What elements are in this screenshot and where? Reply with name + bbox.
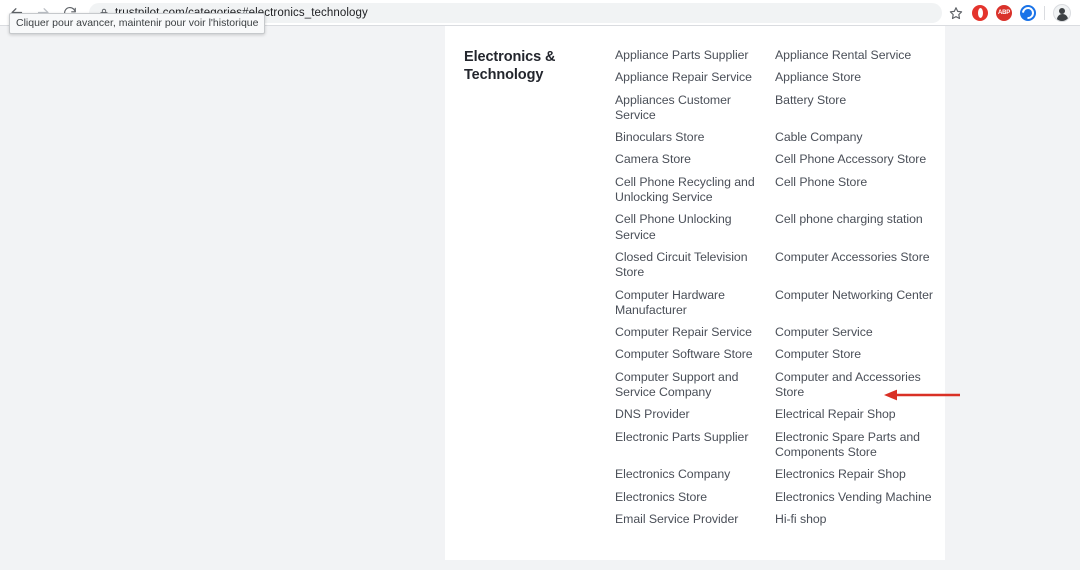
page-viewport: Electronics & Technology Appliance Parts… [0, 26, 1080, 570]
category-link[interactable]: Computer and Accessories Store [775, 370, 945, 408]
opera-extension-icon[interactable] [972, 4, 988, 21]
adblock-plus-extension-icon[interactable]: ABP [996, 4, 1012, 21]
bookmark-star-icon[interactable] [948, 5, 964, 21]
category-link[interactable]: Computer Service [775, 325, 945, 347]
category-link[interactable]: Computer Repair Service [615, 325, 775, 347]
category-link[interactable]: Appliance Parts Supplier [615, 48, 775, 70]
category-link[interactable]: Cable Company [775, 130, 945, 152]
profile-avatar[interactable] [1053, 3, 1071, 22]
extension-blue-icon[interactable] [1020, 4, 1036, 21]
category-link[interactable]: Cell Phone Store [775, 175, 945, 213]
category-title: Electronics & Technology [464, 49, 556, 83]
category-link[interactable]: Binoculars Store [615, 130, 775, 152]
toolbar-actions: ABP [948, 3, 1080, 22]
category-link[interactable]: Email Service Provider [615, 512, 775, 534]
category-link[interactable]: Electronic Parts Supplier [615, 430, 775, 468]
category-link[interactable]: Appliances Customer Service [615, 93, 775, 131]
category-link[interactable]: Computer Hardware Manufacturer [615, 288, 775, 326]
category-link[interactable]: Electronic Spare Parts and Components St… [775, 430, 945, 468]
category-block-electronics-technology: Electronics & Technology Appliance Parts… [445, 26, 945, 534]
avatar-glyph [1056, 13, 1068, 21]
category-link[interactable]: Electronics Vending Machine [775, 490, 945, 512]
category-link[interactable]: Cell phone charging station [775, 212, 945, 250]
category-link[interactable]: Cell Phone Unlocking Service [615, 212, 775, 250]
category-link[interactable]: Computer Software Store [615, 347, 775, 369]
category-link[interactable]: Electronics Company [615, 467, 775, 489]
category-link[interactable]: Cell Phone Recycling and Unlocking Servi… [615, 175, 775, 213]
category-link[interactable]: Camera Store [615, 152, 775, 174]
category-link[interactable]: Cell Phone Accessory Store [775, 152, 945, 174]
category-link[interactable]: Appliance Store [775, 70, 945, 92]
category-link[interactable]: Battery Store [775, 93, 945, 131]
category-link[interactable]: Computer Store [775, 347, 945, 369]
category-link[interactable]: Computer Support and Service Company [615, 370, 775, 408]
category-link[interactable]: Electrical Repair Shop [775, 407, 945, 429]
category-link[interactable]: Appliance Rental Service [775, 48, 945, 70]
category-content-panel: Electronics & Technology Appliance Parts… [445, 26, 945, 560]
category-link[interactable]: Electronics Repair Shop [775, 467, 945, 489]
category-link[interactable]: Computer Networking Center [775, 288, 945, 326]
back-button-tooltip: Cliquer pour avancer, maintenir pour voi… [9, 13, 266, 34]
category-link[interactable]: Electronics Store [615, 490, 775, 512]
category-link[interactable]: DNS Provider [615, 407, 775, 429]
category-link[interactable]: Closed Circuit Television Store [615, 250, 775, 288]
toolbar-divider [1044, 5, 1045, 20]
category-links-grid: Appliance Parts Supplier Appliance Rental… [615, 48, 945, 534]
category-link[interactable]: Hi-fi shop [775, 512, 945, 534]
category-link[interactable]: Computer Accessories Store [775, 250, 945, 288]
category-link[interactable]: Appliance Repair Service [615, 70, 775, 92]
